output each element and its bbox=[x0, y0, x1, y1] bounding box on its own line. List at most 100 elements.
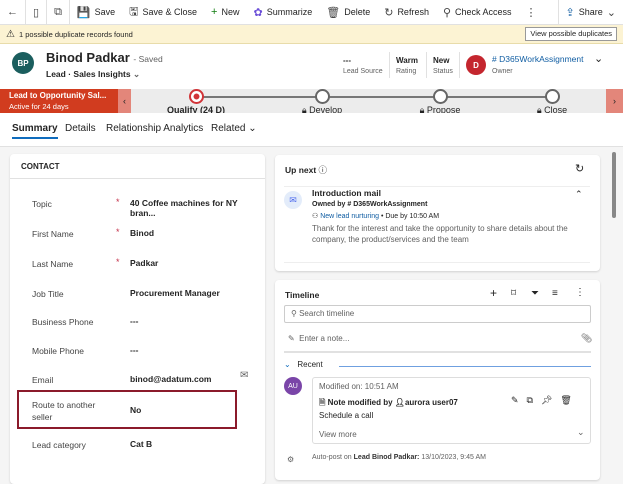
search-timeline-input[interactable]: ⚲ Search timeline bbox=[284, 305, 591, 323]
expand-header-chevron-icon[interactable]: ⌄ bbox=[594, 52, 603, 65]
refresh-icon[interactable]: ↻ bbox=[575, 162, 584, 175]
record-name: Binod Padkar bbox=[46, 50, 130, 65]
note-input[interactable]: ✎ Enter a note... bbox=[288, 334, 349, 343]
process-duration: Active for 24 days bbox=[9, 102, 69, 111]
sort-icon[interactable]: ≡ bbox=[552, 288, 558, 299]
status-value: New bbox=[433, 56, 450, 65]
up-next-card: Up next ⓘ ↻ ✉ Introduction mail Owned by… bbox=[275, 155, 600, 271]
field-value[interactable]: --- bbox=[130, 316, 139, 326]
save-close-button[interactable]: 🖫 Save & Close bbox=[122, 0, 204, 25]
stage-develop[interactable]: 🔒︎ Develop bbox=[286, 89, 358, 116]
field-label: Email bbox=[32, 375, 54, 385]
stage-close[interactable]: 🔒︎ Close bbox=[522, 89, 582, 116]
active-stage-icon bbox=[188, 89, 204, 104]
owner-link[interactable]: # D365WorkAssignment bbox=[492, 54, 584, 64]
lead-source-value: --- bbox=[343, 56, 351, 65]
field-value[interactable]: binod@adatum.com bbox=[130, 374, 212, 384]
warning-text: 1 possible duplicate records found bbox=[18, 29, 133, 39]
view-more-link[interactable]: View more bbox=[319, 430, 357, 439]
info-icon[interactable]: ⓘ bbox=[319, 165, 328, 175]
check-access-button[interactable]: ⚲ Check Access bbox=[436, 0, 519, 25]
field-label: Mobile Phone bbox=[32, 346, 84, 356]
tab-details[interactable]: Details bbox=[65, 123, 96, 134]
autopost-icon: ⚙ bbox=[287, 455, 295, 464]
collapse-chevron-icon[interactable]: ⌃ bbox=[575, 189, 583, 200]
field-value[interactable]: --- bbox=[130, 345, 139, 355]
filter-icon[interactable]: ⏷ bbox=[531, 288, 539, 299]
tab-summary[interactable]: Summary bbox=[12, 123, 58, 139]
refresh-icon: ↻ bbox=[384, 6, 394, 19]
add-icon[interactable]: + bbox=[490, 286, 497, 300]
chevron-down-icon: ⌄ bbox=[132, 69, 141, 79]
process-title-block[interactable]: Lead to Opportunity Sal... Active for 24… bbox=[0, 89, 118, 113]
expand-chevron-icon[interactable]: ⌄ bbox=[577, 427, 585, 438]
field-value[interactable]: Procurement Manager bbox=[130, 288, 220, 298]
lead-source-label: Lead Source bbox=[343, 68, 383, 75]
bookmark-icon[interactable]: ⌑ bbox=[511, 288, 516, 299]
field-value[interactable]: Cat B bbox=[130, 439, 152, 449]
note-icon: 🗎︎ bbox=[319, 398, 326, 407]
field-label: Job Title bbox=[32, 289, 64, 299]
next-stage-button[interactable]: › bbox=[606, 89, 623, 113]
pin-icon[interactable]: 📌︎ bbox=[541, 395, 560, 405]
save-label: Save bbox=[94, 7, 116, 17]
command-bar: ← ▯ ⧉ 💾 Save 🖫 Save & Close + New ✿ Summariz… bbox=[0, 0, 623, 25]
field-value[interactable]: Binod bbox=[130, 228, 154, 238]
note-body: Schedule a call bbox=[319, 411, 374, 420]
plus-icon: + bbox=[211, 6, 218, 18]
form-selector[interactable]: Sales Insights bbox=[73, 69, 130, 79]
delete-icon[interactable]: 🗑︎ bbox=[560, 395, 579, 405]
owner-avatar: D bbox=[466, 55, 486, 75]
summarize-button[interactable]: ✿ Summarize bbox=[247, 0, 320, 25]
field-value[interactable]: 40 Coffee machines for NY bran... bbox=[130, 198, 265, 218]
chevron-down-icon: ⌄ bbox=[606, 6, 616, 19]
trash-icon: 🗑 bbox=[326, 6, 341, 19]
delete-label: Delete bbox=[344, 7, 371, 17]
email-compose-icon[interactable]: ✉ bbox=[240, 370, 248, 381]
stage-propose[interactable]: 🔒︎ Propose bbox=[404, 89, 476, 116]
tab-related[interactable]: Related ⌄ bbox=[211, 123, 257, 134]
form-view-button[interactable]: ▯ bbox=[26, 0, 46, 25]
back-button[interactable]: ← bbox=[0, 0, 25, 25]
field-label: Last Name bbox=[32, 259, 74, 269]
activity-title[interactable]: Introduction mail bbox=[312, 188, 381, 198]
recent-group-toggle[interactable]: ⌄ Recent bbox=[284, 360, 323, 369]
attachment-icon[interactable]: 📎︎ bbox=[581, 333, 592, 344]
delete-button[interactable]: 🗑 Delete bbox=[319, 0, 377, 25]
sequence-link[interactable]: New lead nurturing bbox=[320, 213, 379, 220]
new-button[interactable]: + New bbox=[204, 0, 246, 25]
status-label: Status bbox=[433, 68, 453, 75]
stage-qualify[interactable]: Qualify (24 D) bbox=[160, 89, 232, 115]
scrollbar[interactable] bbox=[612, 152, 616, 218]
share-label: Share bbox=[578, 7, 603, 17]
copilot-icon: ✿ bbox=[253, 6, 263, 19]
share-button[interactable]: ⇪ Share ⌄ bbox=[559, 0, 623, 25]
avatar: BP bbox=[12, 52, 34, 74]
open-new-window-button[interactable]: ⧉ bbox=[47, 0, 69, 25]
record-header: BP Binod Padkar - Saved Lead · Sales Ins… bbox=[0, 44, 623, 89]
sequence-icon: ⚇ bbox=[312, 213, 319, 220]
field-label: Lead category bbox=[32, 440, 86, 450]
field-value[interactable]: Padkar bbox=[130, 258, 158, 268]
field-label: Business Phone bbox=[32, 317, 94, 327]
section-heading: CONTACT bbox=[21, 162, 60, 171]
more-commands-button[interactable]: ⋮ bbox=[519, 0, 544, 25]
more-icon[interactable]: ⋮ bbox=[575, 287, 585, 298]
entity-name: Lead bbox=[46, 69, 66, 79]
user-name: aurora user07 bbox=[404, 398, 458, 407]
refresh-button[interactable]: ↻ Refresh bbox=[377, 0, 436, 25]
tab-relationship-analytics[interactable]: Relationship Analytics bbox=[106, 123, 203, 134]
previous-stage-button[interactable]: ‹ bbox=[118, 89, 131, 113]
edit-icon[interactable]: ✎ bbox=[511, 395, 527, 405]
copy-icon[interactable]: ⧉ bbox=[527, 395, 541, 405]
rating-value: Warm bbox=[396, 56, 418, 65]
form-icon: ▯ bbox=[33, 6, 40, 19]
timeline-card: Timeline + ⌑ ⏷ ≡ ⋮ ⚲ Search timeline ✎ E… bbox=[275, 280, 600, 480]
popout-icon: ⧉ bbox=[54, 5, 62, 18]
summarize-label: Summarize bbox=[266, 7, 313, 17]
activity-owner: Owned by # D365WorkAssignment bbox=[312, 201, 428, 208]
activity-description: Thank for the interest and take the oppo… bbox=[312, 224, 568, 244]
save-button[interactable]: 💾 Save bbox=[70, 0, 122, 25]
view-duplicates-button[interactable]: View possible duplicates bbox=[525, 27, 617, 41]
highlight-box bbox=[17, 390, 237, 429]
